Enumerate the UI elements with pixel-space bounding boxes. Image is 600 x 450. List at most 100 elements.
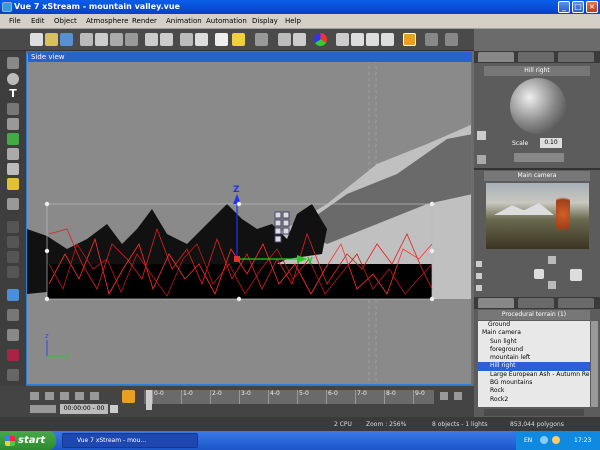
minimize-button[interactable]: _ xyxy=(558,1,570,13)
drop-icon[interactable] xyxy=(195,33,208,46)
sphere-icon[interactable] xyxy=(7,73,19,85)
time-spin-icon[interactable] xyxy=(110,405,118,413)
world-browser-item[interactable]: mountain left xyxy=(478,354,590,362)
material-tab-3[interactable] xyxy=(558,52,594,62)
link-icon[interactable] xyxy=(180,33,193,46)
tray-volume-icon[interactable] xyxy=(552,436,560,444)
render-icon[interactable] xyxy=(7,369,19,381)
zoom-out-icon[interactable] xyxy=(366,33,379,46)
color-spheres-icon[interactable] xyxy=(314,33,327,46)
rewind-icon[interactable] xyxy=(45,392,54,400)
text-tool-icon[interactable]: T xyxy=(7,88,19,100)
paste-icon[interactable] xyxy=(110,33,123,46)
save-file-icon[interactable] xyxy=(60,33,73,46)
cube-icon[interactable] xyxy=(255,33,268,46)
camera-option-2-icon[interactable] xyxy=(476,273,482,279)
material-mode-buttons[interactable] xyxy=(514,153,564,162)
world-browser-list[interactable]: Ground Main camera Sun light foreground moun… xyxy=(478,321,590,407)
scale-input[interactable]: 0.10 xyxy=(540,138,562,148)
camera-up-icon[interactable] xyxy=(548,256,556,264)
world-browser-item[interactable]: BG mountains xyxy=(478,379,590,387)
sun-clouds-icon[interactable] xyxy=(232,33,245,46)
keyframe-icon[interactable] xyxy=(122,390,135,403)
menu-display[interactable]: Display xyxy=(252,17,278,25)
zoom-in-icon[interactable] xyxy=(351,33,364,46)
undo-icon[interactable] xyxy=(145,33,158,46)
world-browser-toolbar[interactable] xyxy=(484,409,584,416)
metablob-icon[interactable] xyxy=(7,236,19,248)
ecosystem-icon[interactable] xyxy=(7,266,19,278)
menu-file[interactable]: File xyxy=(9,17,21,25)
world-browser-item[interactable]: foreground xyxy=(478,346,590,354)
timeline-options-icon[interactable] xyxy=(440,392,448,400)
browser-tab-objects[interactable] xyxy=(478,298,514,308)
boolean-icon[interactable] xyxy=(7,221,19,233)
time-cursor[interactable] xyxy=(146,390,152,410)
browser-tab-materials[interactable] xyxy=(518,298,554,308)
world-browser-scrollbar[interactable] xyxy=(591,321,598,407)
material-brush-icon[interactable] xyxy=(477,131,486,140)
rock-icon[interactable] xyxy=(7,148,19,160)
move-tool-icon[interactable] xyxy=(7,289,19,301)
menu-edit[interactable]: Edit xyxy=(31,17,45,25)
browser-tab-links[interactable] xyxy=(558,298,594,308)
redo-icon[interactable] xyxy=(160,33,173,46)
wand-icon[interactable] xyxy=(278,33,291,46)
plant-icon[interactable] xyxy=(7,133,19,145)
light-icon[interactable] xyxy=(7,178,19,190)
taskbar-item-vue[interactable]: Vue 7 xStream - mou... xyxy=(62,433,198,448)
new-file-icon[interactable] xyxy=(30,33,43,46)
camera-option-1-icon[interactable] xyxy=(476,261,482,267)
maximize-button[interactable]: □ xyxy=(572,1,584,13)
forward-icon[interactable] xyxy=(75,392,84,400)
camera-icon[interactable] xyxy=(336,33,349,46)
camera-option-3-icon[interactable] xyxy=(476,285,482,291)
world-browser-item[interactable]: Hill right xyxy=(478,362,590,371)
open-file-icon[interactable] xyxy=(45,33,58,46)
key-buttons[interactable] xyxy=(30,405,56,413)
world-browser-item[interactable]: Main camera xyxy=(478,329,590,337)
cut-icon[interactable] xyxy=(80,33,93,46)
menu-animation[interactable]: Animation xyxy=(166,17,202,25)
cloud-icon[interactable] xyxy=(7,163,19,175)
go-end-icon[interactable] xyxy=(90,392,99,400)
brush-icon[interactable] xyxy=(293,33,306,46)
gear-icon[interactable] xyxy=(7,309,19,321)
material-edit-icon[interactable] xyxy=(477,155,486,164)
group-icon[interactable] xyxy=(7,198,19,210)
camera-preview[interactable] xyxy=(486,183,589,249)
menu-render[interactable]: Render xyxy=(132,17,157,25)
timeline-track[interactable]: 0-0 1-0 2-0 3-0 4-0 5-0 6-0 7-0 8-0 9-0 xyxy=(144,390,434,410)
camera-down-icon[interactable] xyxy=(548,281,556,289)
menu-atmosphere[interactable]: Atmosphere xyxy=(86,17,128,25)
side-view-viewport[interactable]: Z y z y xyxy=(26,53,472,385)
material-preview-sphere[interactable] xyxy=(510,78,566,134)
terrain-icon[interactable] xyxy=(7,103,19,115)
clouds-icon[interactable] xyxy=(215,33,228,46)
language-indicator[interactable]: EN xyxy=(524,437,532,444)
delete-icon[interactable] xyxy=(125,33,138,46)
scale-tool-icon[interactable] xyxy=(7,329,19,341)
tray-network-icon[interactable] xyxy=(540,436,548,444)
world-browser-item[interactable]: Sun light xyxy=(478,338,590,346)
material-tab-1[interactable] xyxy=(478,52,514,62)
zoom-fit-icon[interactable] xyxy=(381,33,394,46)
pan-hand-icon[interactable] xyxy=(534,269,544,279)
world-browser-item[interactable]: Rock2 xyxy=(478,396,590,404)
copy-icon[interactable] xyxy=(95,33,108,46)
clone-icon[interactable] xyxy=(7,251,19,263)
material-tab-2[interactable] xyxy=(518,52,554,62)
play-icon[interactable] xyxy=(60,392,69,400)
world-browser-item[interactable]: Rock xyxy=(478,387,590,395)
mountain-icon[interactable] xyxy=(7,118,19,130)
record-icon[interactable] xyxy=(7,349,19,361)
start-button[interactable]: start xyxy=(0,431,56,450)
render-view-icon[interactable] xyxy=(403,33,416,46)
menu-object[interactable]: Object xyxy=(54,17,77,25)
timeline-expand-icon[interactable] xyxy=(454,392,462,400)
close-button[interactable]: × xyxy=(586,1,598,13)
go-start-icon[interactable] xyxy=(30,392,39,400)
select-tool-icon[interactable] xyxy=(7,57,19,69)
world-browser-item[interactable]: Ground xyxy=(478,321,590,329)
camera-move-icon[interactable] xyxy=(570,269,582,281)
